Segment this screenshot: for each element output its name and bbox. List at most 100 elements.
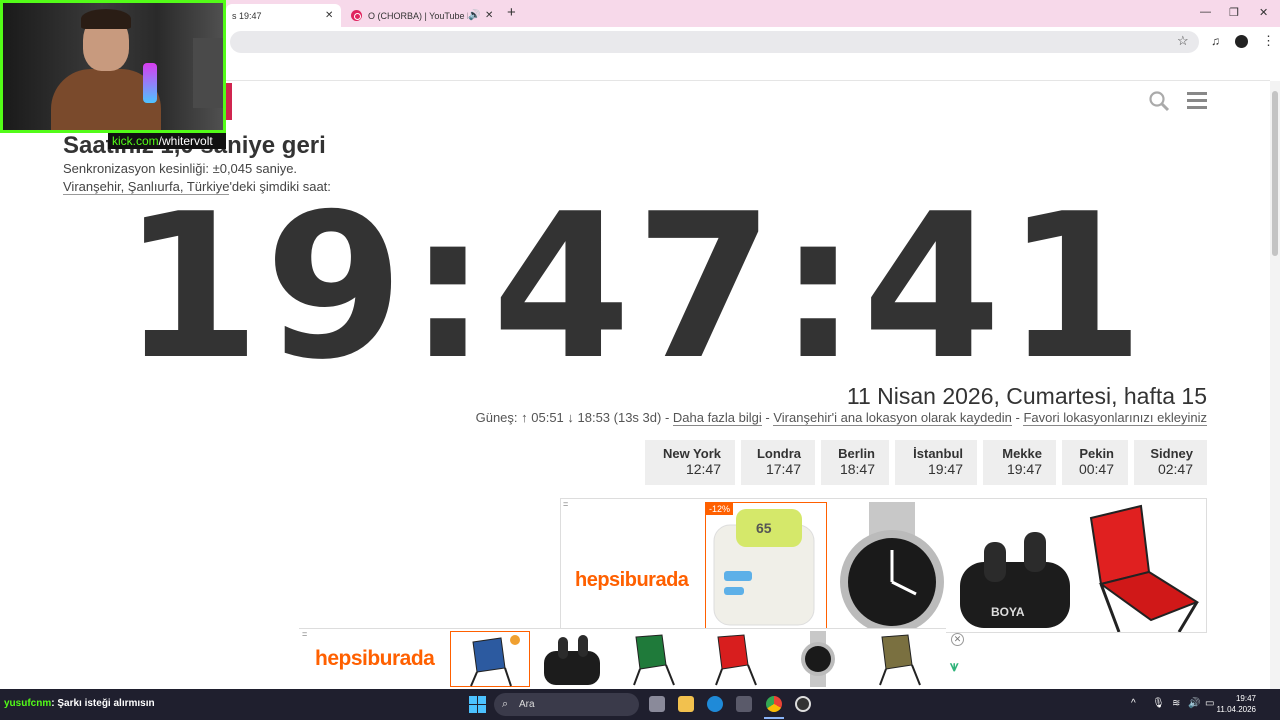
ad-product-chair[interactable] (1079, 502, 1201, 632)
speaker-icon[interactable]: 🔊 (468, 10, 480, 21)
city-name: Pekin (1079, 446, 1114, 461)
webcam-lamp (143, 63, 157, 103)
city-clock-istanbul[interactable]: İstanbul 19:47 (895, 440, 977, 485)
ad-feedback-icon[interactable]: ⩛ (950, 658, 958, 675)
scrollbar-thumb[interactable] (1272, 91, 1278, 256)
favorites-link[interactable]: Favori lokasyonlarınızı ekleyiniz (1023, 410, 1207, 426)
sticky-ad-banner[interactable]: = hepsiburada (299, 628, 946, 688)
tab-close-icon[interactable]: ✕ (325, 10, 333, 21)
product-brand-text: BOYA (991, 605, 1025, 619)
green-chair-image (633, 634, 675, 686)
city-clock-new-york[interactable]: New York 12:47 (645, 440, 735, 485)
separator: - (1011, 410, 1024, 425)
current-date: 11 Nisan 2026, Cumartesi, hafta 15 (846, 383, 1207, 409)
city-clock-berlin[interactable]: Berlin 18:47 (821, 440, 889, 485)
webcam-person-hair (81, 9, 131, 29)
wifi-icon[interactable]: ≋ (1172, 698, 1180, 709)
hepsiburada-logo[interactable]: hepsiburada (315, 647, 435, 671)
city-name: New York (662, 446, 721, 461)
ad-thumb-blue-chair[interactable] (450, 631, 530, 687)
search-icon[interactable] (1148, 90, 1170, 112)
chat-username: yusufcnm (4, 698, 52, 709)
city-name: Berlin (838, 446, 875, 461)
webcam-monitor-shape (193, 38, 223, 108)
earbuds-image: BOYA (960, 532, 1070, 628)
search-placeholder: Ara (519, 699, 535, 710)
ad-thumb-camo-chair[interactable] (860, 631, 940, 687)
system-clock[interactable]: 19:47 11.04.2026 (1217, 693, 1256, 715)
chat-text: : Şarkı isteği alırmısın (51, 698, 155, 709)
city-name: Sidney (1150, 446, 1193, 461)
red-chair-image (1089, 504, 1200, 632)
city-clock-londra[interactable]: Londra 17:47 (741, 440, 815, 485)
chrome-icon[interactable] (766, 696, 782, 712)
ad-thumb-green-chair[interactable] (614, 631, 694, 687)
powerbank-image: 65 (713, 509, 815, 626)
minimize-icon[interactable]: — (1200, 6, 1211, 18)
media-control-icon[interactable]: ♫ (1211, 34, 1220, 48)
taskbar-search-input[interactable]: ⌕ Ara (494, 693, 639, 716)
battery-icon[interactable]: ▭ (1205, 698, 1214, 709)
city-time: 00:47 (1078, 461, 1114, 477)
kick-domain: kick.com (112, 134, 159, 148)
profile-avatar[interactable] (1235, 35, 1248, 48)
ad-thumb-watch[interactable] (778, 631, 858, 687)
volume-icon[interactable]: 🔊 (1188, 698, 1200, 709)
separator: - (761, 410, 774, 425)
tab-time-is[interactable]: s 19:47 ✕ (226, 4, 341, 27)
system-time: 19:47 (1235, 694, 1256, 703)
earbuds-image (544, 635, 600, 685)
ad-product-watch[interactable] (831, 502, 953, 632)
city-clock-mekke[interactable]: Mekke 19:47 (983, 440, 1056, 485)
site-logo[interactable] (226, 83, 232, 120)
city-clock-pekin[interactable]: Pekin 00:47 (1062, 440, 1128, 485)
city-name: Londra (756, 446, 801, 461)
chat-overlay-message: yusufcnm: Şarkı isteği alırmısın (4, 698, 155, 709)
system-date: 11.04.2026 (1216, 705, 1256, 714)
discount-badge: -12% (706, 503, 734, 515)
city-time: 12:47 (685, 461, 721, 477)
tab-youtube-music[interactable]: O (CHORBA) | YouTube Mu 🔊 ✕ (343, 4, 499, 27)
active-app-indicator (764, 717, 784, 719)
sun-times: Güneş: ↑ 05:51 ↓ 18:53 (13s 3d) - (475, 410, 673, 425)
bookmark-star-icon[interactable]: ☆ (1177, 33, 1189, 49)
ad-product-powerbank[interactable]: -12% 65 (705, 502, 827, 632)
city-time: 17:47 (765, 461, 801, 477)
product-badge-text: 65 (756, 520, 772, 536)
page-scrollbar[interactable] (1270, 81, 1280, 689)
tab-title: O (CHORBA) | YouTube Mu (368, 10, 468, 21)
ad-close-icon[interactable]: ✕ (951, 633, 964, 646)
restore-icon[interactable]: ❐ (1229, 6, 1239, 19)
ad-corner-mark: = (563, 499, 569, 509)
store-icon[interactable] (736, 696, 752, 712)
window-close-icon[interactable]: ✕ (1259, 6, 1268, 19)
ad-banner[interactable]: = hepsiburada -12% 65 BOYA (560, 498, 1207, 633)
windows-taskbar: yusufcnm: Şarkı isteği alırmısın ⌕ Ara ^… (0, 689, 1280, 720)
ad-thumb-earbuds[interactable] (532, 631, 612, 687)
new-tab-button[interactable]: + (507, 4, 516, 21)
url-input[interactable] (230, 31, 1199, 53)
city-clock-sidney[interactable]: Sidney 02:47 (1134, 440, 1207, 485)
red-chair-image (715, 634, 757, 686)
more-info-link[interactable]: Daha fazla bilgi (672, 410, 762, 426)
file-explorer-icon[interactable] (678, 696, 694, 712)
tab-close-icon[interactable]: ✕ (485, 10, 493, 21)
windows-start-icon[interactable] (469, 696, 486, 713)
tab-title: s 19:47 (232, 10, 262, 21)
watch-image (801, 631, 835, 687)
save-location-link[interactable]: Viranşehir'i ana lokasyon olarak kaydedi… (773, 410, 1012, 426)
hamburger-menu-icon[interactable] (1187, 92, 1207, 109)
browser-menu-icon[interactable]: ⋮ (1262, 33, 1275, 49)
edge-icon[interactable] (707, 696, 723, 712)
kick-channel-label: kick.com/whitervolt (108, 133, 226, 149)
ad-product-earbuds[interactable]: BOYA (954, 502, 1076, 632)
camo-chair-image (879, 634, 921, 686)
microphone-icon[interactable]: 🎙 (1152, 698, 1165, 709)
obs-icon[interactable] (795, 696, 811, 712)
task-view-icon[interactable] (649, 696, 665, 712)
tray-chevron-icon[interactable]: ^ (1131, 698, 1136, 709)
blue-chair-image (470, 635, 520, 687)
hepsiburada-logo[interactable]: hepsiburada (575, 569, 689, 592)
ad-thumb-red-chair[interactable] (696, 631, 776, 687)
city-name: Mekke (1002, 446, 1042, 461)
